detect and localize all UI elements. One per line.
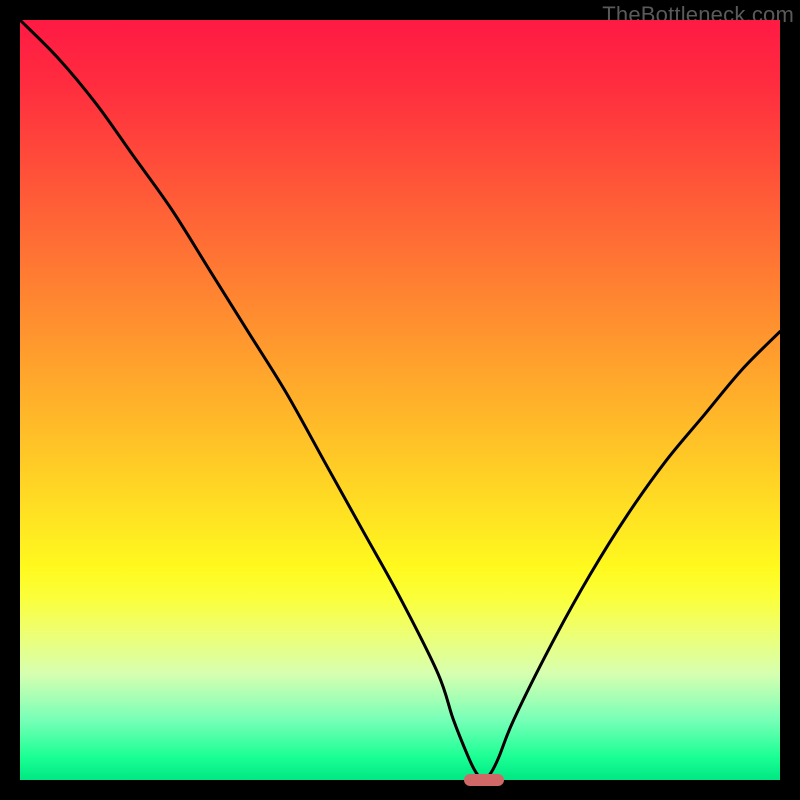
chart-frame: TheBottleneck.com bbox=[0, 0, 800, 800]
bottleneck-curve bbox=[20, 20, 780, 780]
optimal-point-marker bbox=[464, 774, 504, 786]
plot-area bbox=[20, 20, 780, 780]
